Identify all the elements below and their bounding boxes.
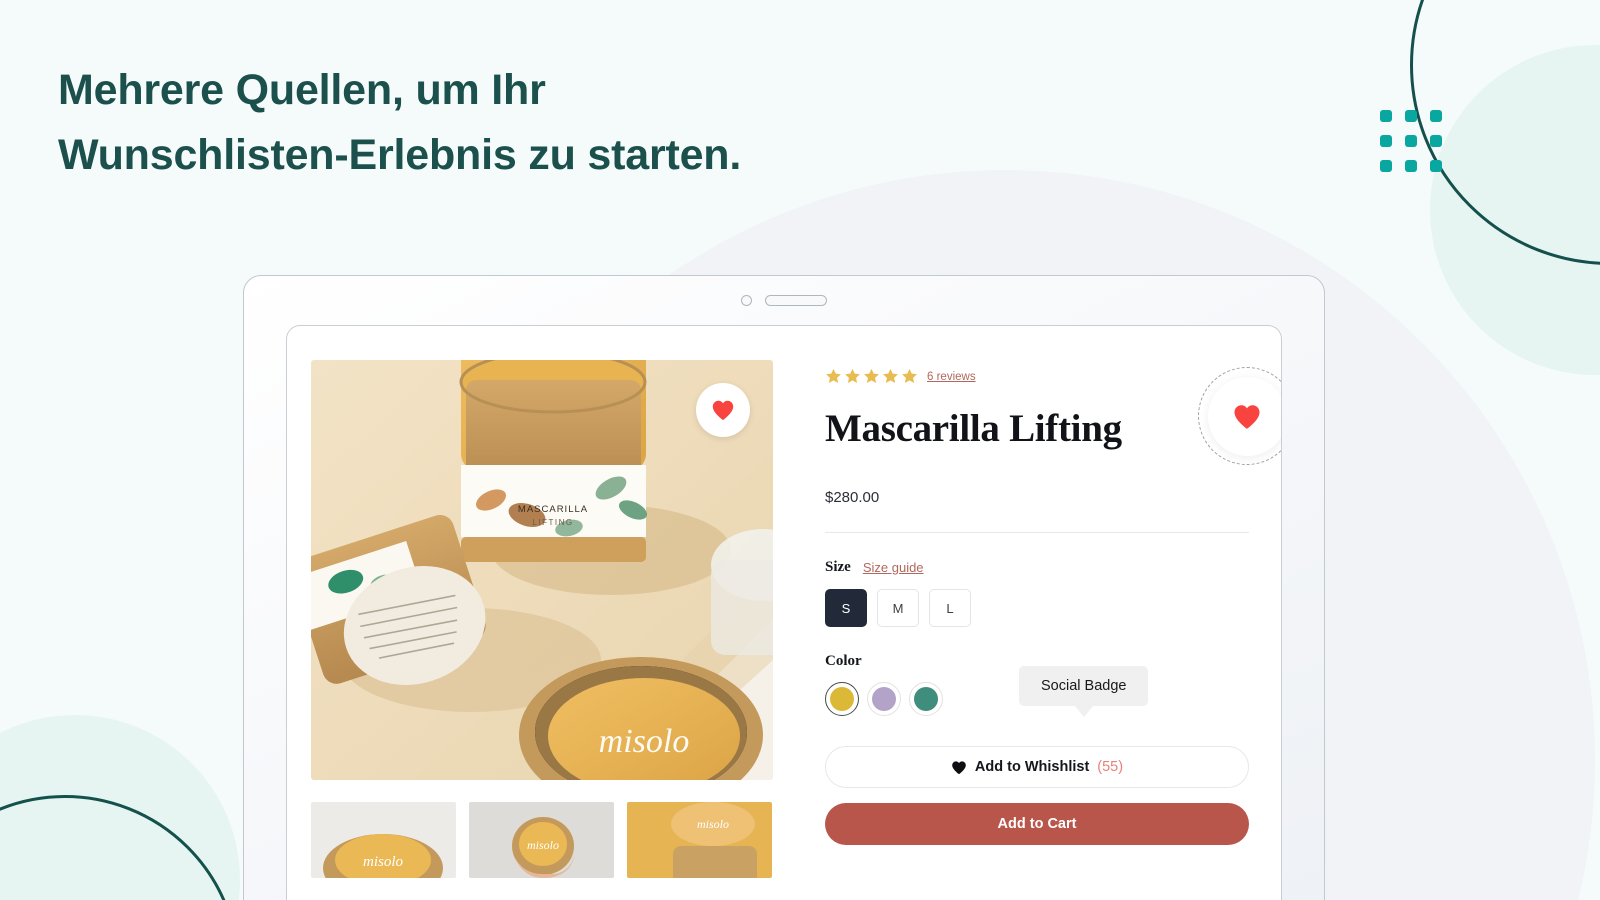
- dot-grid-decoration: [1380, 110, 1442, 172]
- star-icon: [826, 368, 841, 383]
- product-price: $280.00: [825, 489, 880, 506]
- background-ring-bottom-left: [0, 795, 240, 900]
- size-label: Size: [825, 559, 851, 575]
- star-icon: [845, 368, 860, 383]
- star-rating: [825, 368, 918, 385]
- wishlist-label: Add to Whishlist: [974, 759, 1090, 775]
- color-option-gold[interactable]: [825, 682, 859, 716]
- speaker-slot-icon: [765, 294, 827, 306]
- svg-text:LIFTING: LIFTING: [532, 518, 573, 527]
- thumbnail-photo: misolo: [627, 802, 772, 878]
- size-option-s[interactable]: S: [825, 589, 867, 627]
- size-option-l[interactable]: L: [929, 589, 971, 627]
- page-root: Mehrere Quellen, um Ihr Wunschlisten-Erl…: [0, 0, 1600, 900]
- svg-text:misolo: misolo: [599, 723, 690, 760]
- thumbnail-3[interactable]: misolo: [627, 802, 772, 878]
- heart-icon: [952, 760, 966, 774]
- size-option-m[interactable]: M: [877, 589, 919, 627]
- svg-text:misolo: misolo: [527, 838, 559, 852]
- size-section-header: Size Size guide: [825, 559, 1281, 576]
- svg-text:misolo: misolo: [697, 817, 729, 831]
- star-icon: [864, 368, 879, 383]
- background-circle-mint-top-right: [1430, 45, 1600, 375]
- background-circle-mint-bottom-left: [0, 715, 240, 900]
- size-guide-link[interactable]: Size guide: [863, 560, 924, 575]
- headline-line-2: Wunschlisten-Erlebnis zu starten.: [58, 131, 742, 180]
- page-headline: Mehrere Quellen, um Ihr Wunschlisten-Erl…: [58, 58, 958, 189]
- laptop-bezel: [244, 276, 1324, 324]
- thumbnail-1[interactable]: misolo: [311, 802, 456, 878]
- star-icon: [883, 368, 898, 383]
- headline-line-1: Mehrere Quellen, um Ihr: [58, 66, 546, 114]
- hero-image[interactable]: MASCARILLA LIFTING misolo: [311, 360, 773, 780]
- heart-icon: [1234, 404, 1260, 429]
- product-gallery: MASCARILLA LIFTING misolo misolo misolo …: [287, 360, 797, 900]
- laptop-screen: MASCARILLA LIFTING misolo misolo misolo …: [286, 325, 1282, 900]
- social-badge-label: Social Badge: [1019, 666, 1149, 717]
- details-divider: [825, 532, 1249, 533]
- add-to-wishlist-button[interactable]: Add to Whishlist (55): [825, 746, 1249, 788]
- reviews-link[interactable]: 6 reviews: [927, 371, 976, 383]
- color-option-teal[interactable]: [909, 682, 943, 716]
- thumbnail-2[interactable]: misolo: [469, 802, 614, 878]
- product-details: 6 reviews Mascarilla Lifting $280.00 Siz…: [797, 360, 1281, 900]
- hero-wishlist-button[interactable]: [696, 383, 750, 437]
- thumbnail-photo: misolo: [311, 802, 456, 878]
- wishlist-count: (55): [1097, 759, 1124, 775]
- thumbnail-photo: misolo: [469, 802, 614, 878]
- thumbnail-strip: misolo misolo misolo: [311, 802, 797, 878]
- camera-dot-icon: [741, 294, 752, 306]
- add-to-cart-button[interactable]: Add to Cart: [825, 803, 1249, 845]
- laptop-mockup: MASCARILLA LIFTING misolo misolo misolo …: [243, 275, 1325, 900]
- social-badge-tooltip: Social Badge: [1019, 666, 1149, 717]
- color-option-lavender[interactable]: [867, 682, 901, 716]
- background-ring-top-right: [1410, 0, 1600, 265]
- heart-icon: [712, 400, 734, 420]
- size-selector: S M L: [825, 589, 1281, 627]
- star-icon: [902, 368, 917, 383]
- svg-text:MASCARILLA: MASCARILLA: [518, 504, 588, 515]
- svg-text:misolo: misolo: [363, 854, 404, 870]
